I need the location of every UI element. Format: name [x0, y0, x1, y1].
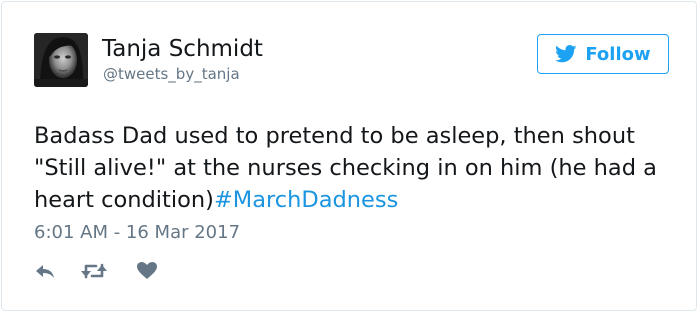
- display-name[interactable]: Tanja Schmidt: [102, 35, 263, 63]
- hashtag-link[interactable]: #MarchDadness: [214, 187, 398, 213]
- profile-photo: [34, 33, 88, 87]
- heart-icon[interactable]: [136, 260, 158, 282]
- retweet-icon[interactable]: [80, 260, 108, 282]
- reply-icon[interactable]: [34, 260, 56, 282]
- avatar[interactable]: [34, 33, 88, 87]
- follow-label: Follow: [585, 43, 651, 65]
- tweet-text: Badass Dad used to pretend to be asleep,…: [34, 120, 674, 216]
- follow-button[interactable]: Follow: [537, 34, 669, 74]
- timestamp[interactable]: 6:01 AM - 16 Mar 2017: [34, 222, 240, 244]
- twitter-bird-icon: [555, 45, 577, 63]
- tweet-card: Tanja Schmidt @tweets_by_tanja Follow Ba…: [1, 1, 697, 311]
- username[interactable]: @tweets_by_tanja: [103, 64, 240, 84]
